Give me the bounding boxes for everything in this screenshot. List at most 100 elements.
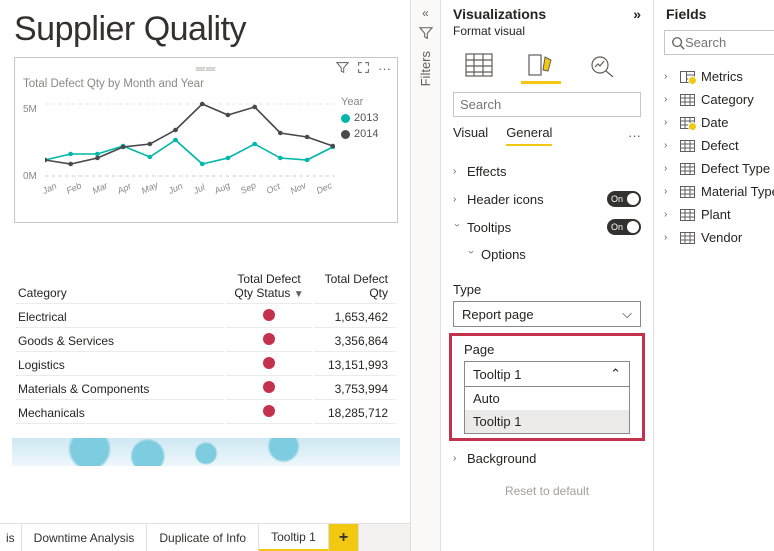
- page-tab[interactable]: Downtime Analysis: [22, 524, 148, 551]
- table-row[interactable]: Logistics13,151,993: [16, 354, 396, 376]
- chevron-right-icon: ›: [453, 166, 461, 177]
- page-option-auto[interactable]: Auto: [465, 387, 629, 410]
- field-table-defect-type[interactable]: › Defect Type: [664, 157, 774, 180]
- chevron-right-icon: ›: [664, 140, 674, 151]
- legend-title: Year: [341, 96, 389, 108]
- page-label: Page: [452, 336, 642, 359]
- search-icon: [671, 36, 685, 50]
- chevron-down-icon: ›: [466, 251, 477, 259]
- page-tab[interactable]: Duplicate of Info: [147, 524, 259, 551]
- chevron-down-icon: ⌵: [622, 306, 632, 322]
- section-effects[interactable]: ›Effects: [453, 164, 507, 179]
- page-tabs: is Downtime Analysis Duplicate of Info T…: [0, 523, 410, 551]
- chevron-right-icon: ›: [664, 117, 674, 128]
- status-dot-icon: [263, 381, 275, 393]
- type-label: Type: [441, 276, 653, 299]
- x-tick-label: Aug: [213, 180, 232, 196]
- sort-indicator-icon: ▼: [294, 289, 304, 300]
- map-visual[interactable]: [12, 438, 400, 466]
- reset-to-default[interactable]: Reset to default: [441, 484, 653, 500]
- field-table-metrics[interactable]: › Metrics: [664, 65, 774, 88]
- field-table-material-type[interactable]: › Material Type: [664, 180, 774, 203]
- chevron-up-icon: ⌃: [610, 366, 621, 382]
- section-tooltips[interactable]: ›Tooltips: [453, 220, 511, 235]
- legend-item[interactable]: 2014: [341, 128, 389, 140]
- page-tab-truncated[interactable]: is: [0, 524, 22, 551]
- collapse-icon[interactable]: «: [411, 6, 440, 20]
- more-options-icon[interactable]: ···: [378, 61, 391, 77]
- tooltips-toggle[interactable]: On: [607, 219, 641, 235]
- more-options-icon[interactable]: ···: [628, 128, 641, 143]
- pane-title: Visualizations: [453, 6, 546, 22]
- field-table-defect[interactable]: › Defect: [664, 134, 774, 157]
- filter-icon[interactable]: [336, 61, 349, 77]
- drag-handle-icon[interactable]: ══: [196, 61, 216, 76]
- format-visual-icon[interactable]: [521, 48, 561, 84]
- format-search-input[interactable]: [460, 97, 636, 112]
- filter-icon: [419, 26, 433, 40]
- table-icon: [680, 140, 695, 152]
- type-select[interactable]: Report page ⌵: [453, 301, 641, 327]
- report-canvas: Supplier Quality ══ ··· Total Defect Qty…: [0, 0, 411, 551]
- table-row[interactable]: Electrical1,653,462: [16, 306, 396, 328]
- table-icon: [680, 94, 695, 106]
- table-row[interactable]: Mechanicals18,285,712: [16, 402, 396, 424]
- chevron-right-icon: ›: [664, 71, 674, 82]
- metrics-table-icon: [680, 71, 695, 83]
- header-icons-toggle[interactable]: On: [607, 191, 641, 207]
- x-tick-label: Nov: [289, 180, 308, 196]
- column-header-category[interactable]: Category: [16, 269, 224, 304]
- chevron-right-icon: ›: [664, 94, 674, 105]
- focus-mode-icon[interactable]: [357, 61, 370, 77]
- x-tick-label: May: [140, 180, 160, 196]
- field-table-date[interactable]: › Date: [664, 111, 774, 134]
- legend-swatch: [341, 130, 350, 139]
- table-row[interactable]: Materials & Components3,753,994: [16, 378, 396, 400]
- chevron-right-icon: ›: [664, 163, 674, 174]
- page-title: Supplier Quality: [14, 10, 398, 49]
- legend-item[interactable]: 2013: [341, 112, 389, 124]
- filters-pane-collapsed[interactable]: « Filters: [411, 0, 441, 551]
- x-tick-label: Mar: [91, 180, 109, 196]
- chevron-right-icon: ›: [453, 194, 461, 205]
- x-tick-label: Oct: [265, 181, 282, 196]
- page-option-tooltip1[interactable]: Tooltip 1: [465, 410, 629, 433]
- status-dot-icon: [263, 405, 275, 417]
- analytics-icon[interactable]: [583, 48, 623, 84]
- x-tick-label: Dec: [315, 180, 334, 196]
- section-background[interactable]: ›Background: [453, 451, 536, 466]
- field-table-plant[interactable]: › Plant: [664, 203, 774, 226]
- field-table-vendor[interactable]: › Vendor: [664, 226, 774, 249]
- table-icon: [680, 186, 695, 198]
- category-table[interactable]: Category Total Defect Qty Status ▼ Total…: [14, 267, 398, 426]
- fields-pane: Fields » › Metrics › Category › Date › D…: [654, 0, 774, 551]
- column-header-qty[interactable]: Total Defect Qty: [314, 269, 396, 304]
- line-chart-visual[interactable]: ══ ··· Total Defect Qty by Month and Yea…: [14, 57, 398, 223]
- chart-legend: Year 2013 2014: [335, 96, 389, 196]
- expand-icon[interactable]: »: [633, 6, 641, 22]
- section-header-icons[interactable]: ›Header icons: [453, 192, 544, 207]
- section-options[interactable]: ›Options: [467, 247, 526, 262]
- format-search[interactable]: [453, 92, 641, 117]
- tab-visual[interactable]: Visual: [453, 125, 488, 146]
- pane-subtitle: Format visual: [441, 24, 653, 44]
- tab-general[interactable]: General: [506, 125, 552, 146]
- build-visual-icon[interactable]: [459, 48, 499, 84]
- column-header-status[interactable]: Total Defect Qty Status ▼: [226, 269, 312, 304]
- fields-search[interactable]: [664, 30, 774, 55]
- pane-title: Fields: [666, 6, 706, 22]
- chevron-right-icon: ›: [664, 186, 674, 197]
- fields-search-input[interactable]: [685, 35, 774, 50]
- field-table-category[interactable]: › Category: [664, 88, 774, 111]
- y-tick-label: 5M: [23, 104, 37, 115]
- status-dot-icon: [263, 309, 275, 321]
- filters-label: Filters: [418, 51, 433, 86]
- chevron-down-icon: ›: [452, 223, 463, 231]
- table-icon: [680, 117, 695, 129]
- chart-plot-area[interactable]: 5M 0M Jan Feb Mar Apr: [23, 96, 335, 196]
- page-select[interactable]: Tooltip 1 ⌃: [464, 361, 630, 387]
- add-page-button[interactable]: +: [329, 524, 359, 551]
- table-row[interactable]: Goods & Services3,356,864: [16, 330, 396, 352]
- chevron-right-icon: ›: [453, 453, 461, 464]
- page-tab[interactable]: Tooltip 1: [259, 524, 329, 551]
